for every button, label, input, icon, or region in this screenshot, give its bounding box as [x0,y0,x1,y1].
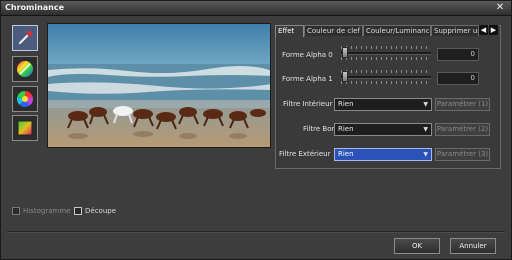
crop-checkbox-box[interactable] [74,207,82,215]
edge-filter-settings-button[interactable]: Paramétrer (2) [435,123,490,136]
alpha1-label: Forme Alpha 1 [282,75,333,83]
chevron-down-icon: ▼ [423,151,428,158]
chevron-down-icon: ▼ [423,126,428,133]
footer-divider [7,231,505,233]
color-wheel-brush-icon [17,61,33,77]
eyedropper-icon [18,30,33,45]
edge-filter-select[interactable]: Rien ▼ [334,123,432,136]
alpha1-slider-thumb[interactable] [342,71,348,82]
inner-filter-settings-button[interactable]: Paramétrer (1) [435,98,490,111]
alpha0-slider-thumb[interactable] [342,47,348,58]
gradient-square-icon [17,120,33,136]
outer-filter-label: Filtre Extérieur [279,150,331,158]
crop-checkbox[interactable]: Découpe [74,206,116,216]
inner-filter-select[interactable]: Rien ▼ [334,98,432,111]
outer-filter-settings-button[interactable]: Paramétrer (3) [435,148,490,161]
gradient-square-tool-button[interactable] [12,115,38,141]
alpha1-value-field[interactable]: 0 [437,72,479,85]
tab-effet[interactable]: Effet [275,25,304,37]
window-title: Chrominance [5,3,65,12]
cancel-button[interactable]: Annuler [450,238,496,254]
alpha0-label: Forme Alpha 0 [282,51,333,59]
outer-filter-select[interactable]: Rien ▼ [334,148,432,161]
tab-scroll-right-icon[interactable]: ▶ [489,25,498,35]
color-wheel-icon [16,90,34,108]
alpha0-slider[interactable] [341,46,431,60]
alpha0-value-field[interactable]: 0 [437,48,479,61]
tab-couleur-de-clef[interactable]: Couleur de clef [304,25,363,36]
crop-checkbox-label: Découpe [85,207,117,215]
edge-filter-value: Rien [338,125,354,133]
chevron-down-icon: ▼ [423,101,428,108]
histogram-checkbox-label: Histogramme [23,207,71,215]
histogram-checkbox-box[interactable] [12,207,20,215]
tab-scroll-left-icon[interactable]: ◀ [479,25,488,35]
tab-couleur-luminance[interactable]: Couleur/Luminance [363,25,431,36]
inner-filter-value: Rien [338,100,354,108]
eyedropper-tool-button[interactable] [12,25,38,51]
color-wheel-brush-tool-button[interactable] [12,56,38,82]
histogram-checkbox[interactable]: Histogramme [12,206,70,216]
color-wheel-tool-button[interactable] [12,86,38,112]
tab-supprimer[interactable]: Supprimer un [431,25,479,36]
chrominance-dialog: Chrominance ✕ Effet Couleur de clef Coul… [0,0,512,260]
video-preview [47,23,271,148]
alpha1-slider[interactable] [341,70,431,84]
inner-filter-label: Filtre Intérieur [283,100,333,108]
ok-button[interactable]: OK [394,238,440,254]
close-icon[interactable]: ✕ [495,2,505,13]
title-bar: Chrominance ✕ [1,1,511,16]
outer-filter-value: Rien [338,150,354,158]
